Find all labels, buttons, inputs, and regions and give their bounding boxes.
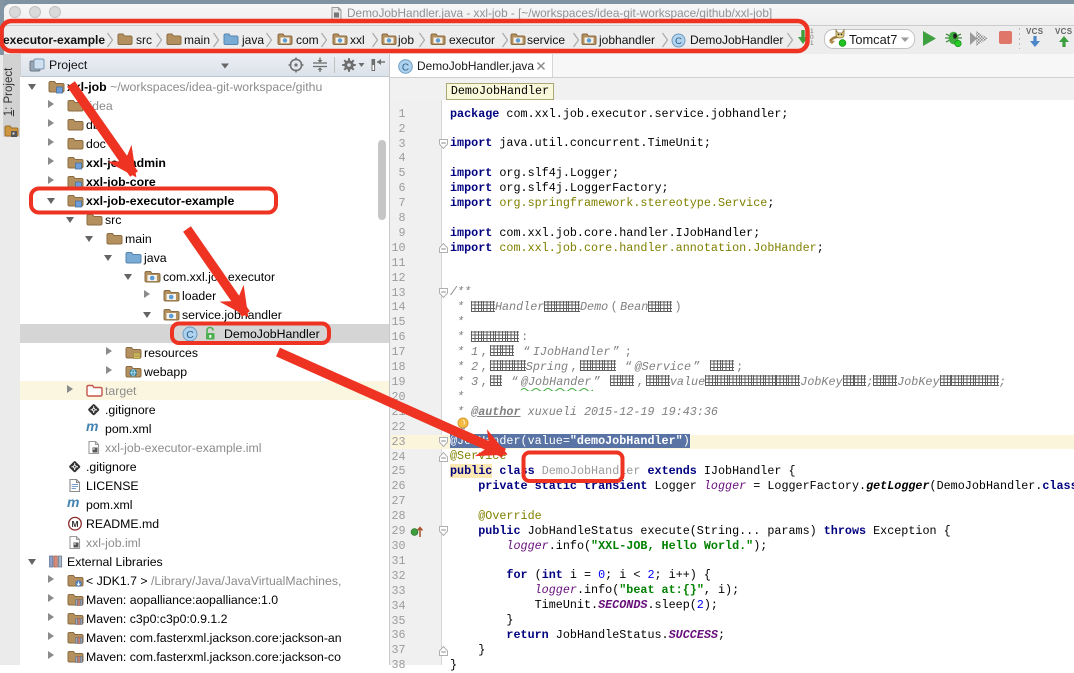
svg-text:C: C bbox=[402, 62, 409, 73]
svg-text:C: C bbox=[186, 329, 194, 341]
svg-text:C: C bbox=[675, 36, 682, 47]
svg-text:M: M bbox=[71, 519, 78, 529]
